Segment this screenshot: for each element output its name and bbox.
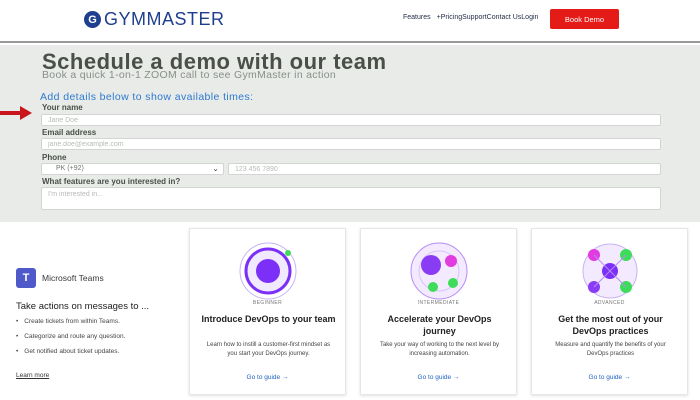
list-item: Categorize and route any question. (16, 333, 125, 340)
go-to-guide-link[interactable]: Go to guide → (190, 374, 345, 381)
list-item: Create tickets from within Teams. (16, 318, 125, 325)
name-label: Your name (42, 103, 83, 112)
teams-logo: T Microsoft Teams (16, 268, 104, 288)
learn-more-link[interactable]: Learn more (16, 372, 49, 379)
guide-card-intermediate[interactable]: INTERMEDIATE Accelerate your DevOps jour… (360, 228, 517, 395)
card-level: BEGINNER (252, 300, 283, 306)
go-to-guide-link[interactable]: Go to guide → (532, 374, 687, 381)
country-code-select[interactable]: PK (+92) ⌄ (41, 163, 224, 175)
nav-link-support[interactable]: Support (462, 14, 487, 21)
card-level: INTERMEDIATE (417, 300, 460, 306)
teams-brand: T Microsoft Teams (16, 268, 104, 288)
advanced-illustration-icon (582, 243, 638, 299)
nav-link-pricing[interactable]: Pricing (441, 14, 462, 21)
email-label: Email address (42, 128, 97, 137)
teams-feature-list: Create tickets from within Teams. Catego… (16, 318, 125, 363)
book-demo-button[interactable]: Book Demo (550, 9, 619, 29)
card-title: Accelerate your DevOps journey (387, 314, 492, 336)
features-label: What features are you interested in? (42, 177, 181, 186)
logo-text: GYMMASTER (104, 9, 225, 29)
list-item: Get notified about ticket updates. (16, 348, 125, 355)
phone-input[interactable] (228, 163, 661, 175)
guide-card-beginner[interactable]: BEGINNER Introduce DevOps to your team L… (189, 228, 346, 395)
details-heading: Add details below to show available time… (40, 91, 254, 103)
nav-link-login[interactable]: Login (521, 14, 538, 21)
nav-link-contact[interactable]: Contact Us (487, 14, 522, 21)
intermediate-illustration-icon (410, 242, 468, 300)
phone-label: Phone (42, 153, 67, 162)
nav-link-features[interactable]: Features (403, 14, 431, 21)
card-level: ADVANCED (594, 300, 625, 306)
nav-links: Features + Pricing Support Contact Us Lo… (403, 14, 538, 21)
guide-card-advanced[interactable]: ADVANCED Get the most out of your DevOps… (531, 228, 688, 395)
demo-form-section: Schedule a demo with our team Book a qui… (0, 45, 700, 222)
email-input[interactable] (41, 138, 661, 150)
beginner-illustration-icon (239, 242, 297, 300)
name-input[interactable] (41, 114, 661, 126)
country-code-value: PK (+92) (56, 165, 84, 172)
go-to-guide-link[interactable]: Go to guide → (361, 374, 516, 381)
chevron-down-icon: ⌄ (212, 164, 219, 173)
card-description: Measure and quantify the benefits of you… (555, 342, 666, 357)
demo-subtitle: Book a quick 1-on-1 ZOOM call to see Gym… (42, 69, 336, 81)
top-nav: G GYMMASTER Features + Pricing Support C… (0, 0, 700, 43)
gymmaster-logo[interactable]: G GYMMASTER (84, 9, 225, 30)
teams-heading: Take actions on messages to ... (16, 301, 150, 312)
microsoft-teams-icon: T (16, 268, 36, 288)
red-arrow-icon (0, 106, 32, 120)
teams-app-name: Microsoft Teams (42, 273, 104, 283)
card-title: Introduce DevOps to your team (201, 314, 336, 324)
features-textarea[interactable]: I'm interested in... (41, 187, 661, 210)
card-description: Take your way of working to the next lev… (379, 342, 500, 357)
logo-mark-icon: G (84, 11, 101, 28)
card-description: Learn how to instill a customer-first mi… (206, 342, 331, 357)
card-title: Get the most out of your DevOps practice… (558, 314, 663, 336)
